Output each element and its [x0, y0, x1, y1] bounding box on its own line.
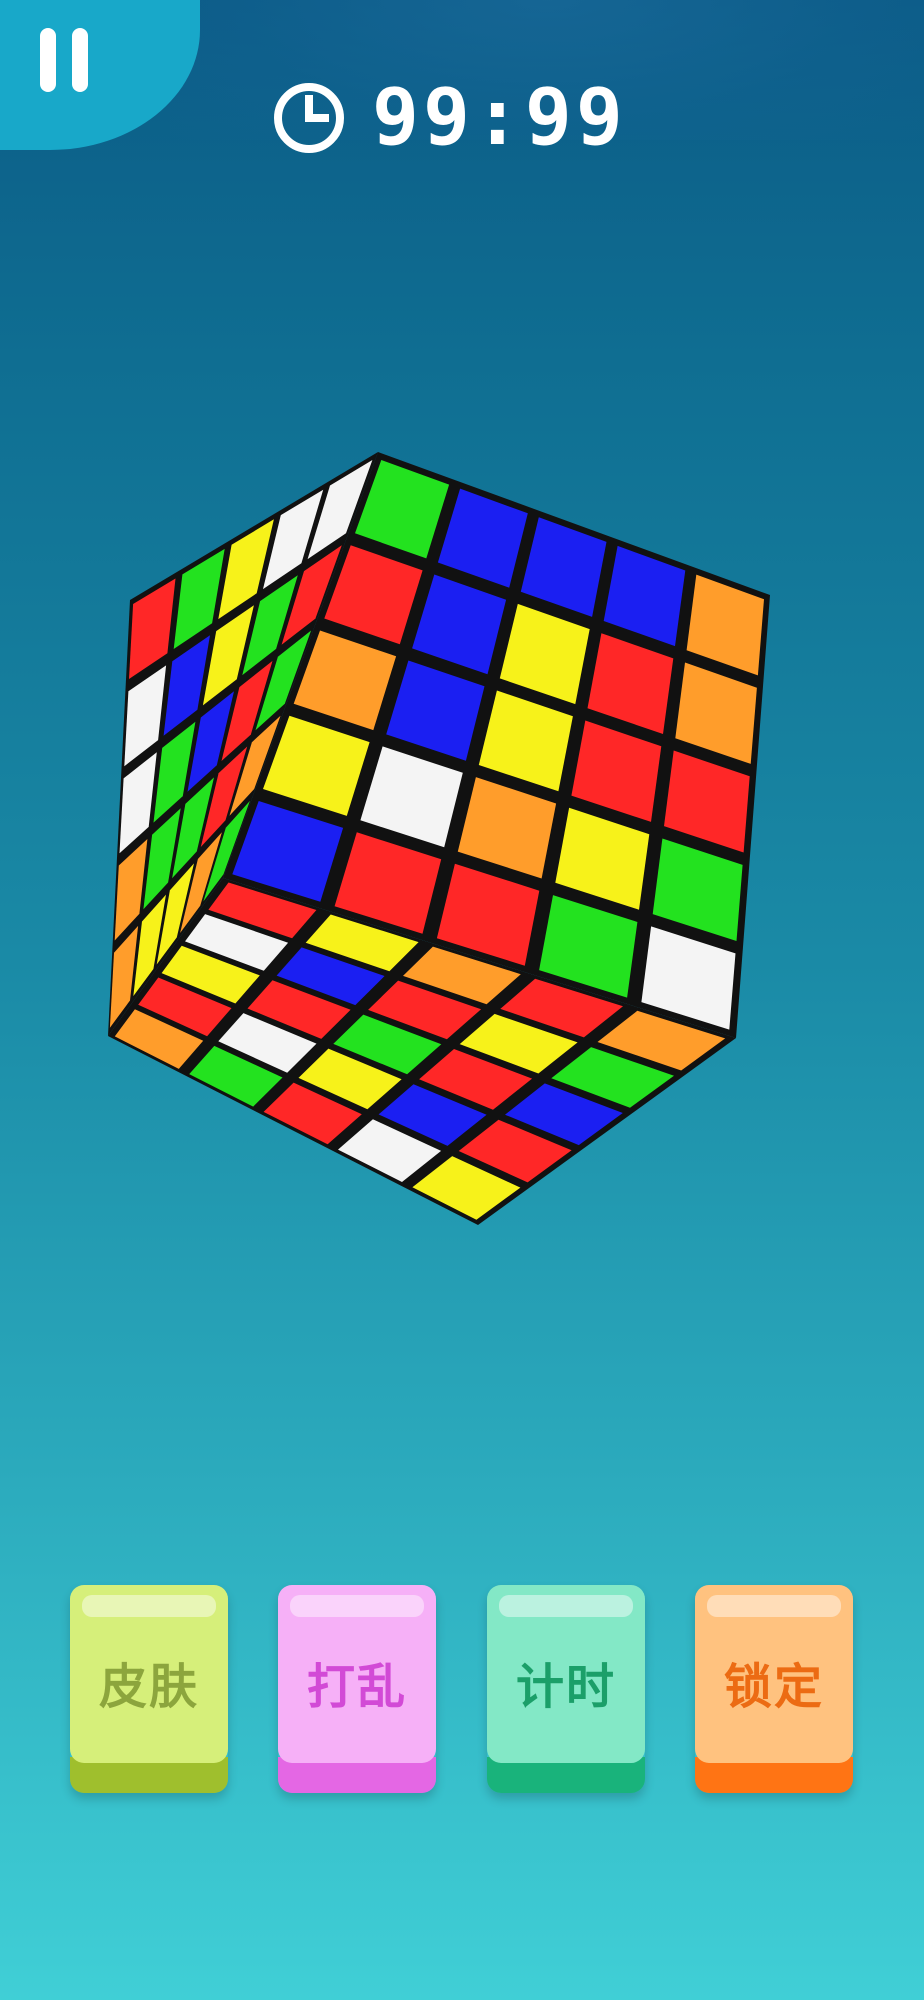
action-buttons: 皮肤 打乱 计时 锁定 [70, 1585, 860, 1795]
timer-button-gloss [499, 1595, 633, 1617]
scramble-button-label: 打乱 [306, 1659, 407, 1715]
lock-button[interactable]: 锁定 [695, 1585, 853, 1793]
pause-icon-right-bar [72, 28, 88, 92]
timer-text: 99:99 [372, 73, 627, 163]
rubiks-cube[interactable] [108, 440, 788, 1240]
pause-icon [40, 28, 56, 92]
skin-button-gloss [82, 1595, 216, 1617]
timer-button-label: 计时 [515, 1659, 616, 1715]
lock-button-label: 锁定 [723, 1659, 824, 1715]
scramble-button-gloss [290, 1595, 424, 1617]
timer-display: 99:99 [272, 70, 627, 166]
skin-button[interactable]: 皮肤 [70, 1585, 228, 1793]
skin-button-label: 皮肤 [98, 1659, 199, 1715]
clock-icon [274, 83, 344, 153]
scramble-button[interactable]: 打乱 [278, 1585, 436, 1793]
pause-button[interactable] [30, 20, 100, 100]
timer-button[interactable]: 计时 [487, 1585, 645, 1793]
lock-button-gloss [707, 1595, 841, 1617]
